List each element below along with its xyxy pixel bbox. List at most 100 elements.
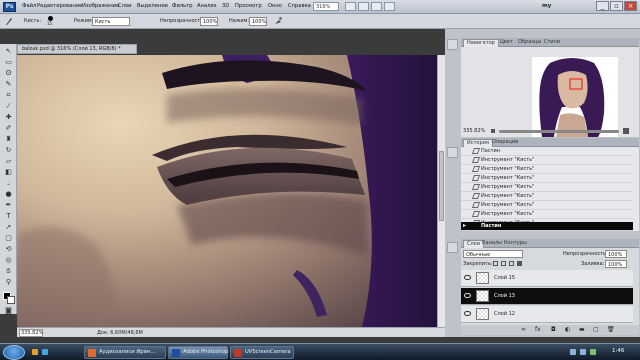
menu-3d[interactable]: 3D [222, 3, 229, 9]
tray-icon[interactable] [570, 349, 576, 355]
menu-window[interactable]: Окно [268, 3, 282, 9]
painting-canvas[interactable] [17, 55, 437, 327]
zoom-out-icon[interactable] [491, 129, 495, 133]
menu-view[interactable]: Просмотр [235, 3, 262, 9]
3d-rotate-tool-icon[interactable]: ⟲ [4, 245, 13, 253]
path-select-tool-icon[interactable]: ➚ [4, 223, 13, 231]
layers-panel-icon[interactable] [447, 242, 458, 253]
lasso-tool-icon[interactable]: ʘ [4, 69, 13, 77]
eyedropper-tool-icon[interactable]: ⁄ [4, 102, 13, 110]
brush-preset-picker[interactable]: 15 [46, 16, 56, 26]
menu-filter[interactable]: Фильтр [172, 3, 193, 9]
menu-select[interactable]: Выделение [137, 3, 168, 9]
visibility-eye-icon[interactable] [464, 275, 471, 280]
shape-tool-icon[interactable]: ▢ [4, 234, 13, 242]
airbrush-icon[interactable] [273, 16, 283, 26]
layer-row[interactable]: Слой 12 [461, 306, 633, 323]
crop-tool-icon[interactable]: ⌗ [4, 91, 13, 99]
zoom-tool-icon[interactable]: ⚲ [4, 278, 13, 286]
menu-layers[interactable]: Слои [118, 3, 131, 9]
history-item[interactable]: Инструмент "Кисть" [461, 192, 633, 201]
taskbar-item-photoshop[interactable]: Adobe Photoshop ... [168, 346, 235, 359]
flow-field[interactable]: 100% [249, 17, 267, 26]
navigator-zoom-slider[interactable] [499, 130, 619, 133]
history-item[interactable]: Инструмент "Кисть" [461, 174, 633, 183]
canvas-area[interactable] [17, 55, 437, 327]
clone-stamp-tool-icon[interactable]: ♜ [4, 135, 13, 143]
tab-actions[interactable]: Операции [489, 139, 521, 147]
healing-brush-tool-icon[interactable]: ✚ [4, 113, 13, 121]
quick-mask-icon[interactable]: ◙ [4, 307, 13, 315]
visibility-eye-icon[interactable] [464, 293, 471, 298]
menu-edit[interactable]: Редактирование [37, 3, 82, 9]
link-layers-icon[interactable]: ∞ [521, 326, 526, 333]
type-tool-icon[interactable]: T [4, 212, 13, 220]
history-item[interactable]: Инструмент "Кисть" [461, 210, 633, 219]
lock-position-icon[interactable] [509, 261, 514, 266]
fill-field[interactable]: 100% [605, 260, 627, 268]
zoom-in-icon[interactable] [623, 128, 629, 134]
pen-tool-icon[interactable]: ✒ [4, 201, 13, 209]
visibility-eye-icon[interactable] [464, 311, 471, 316]
quicklaunch-icon[interactable] [32, 349, 38, 355]
navigator-thumbnail[interactable] [532, 57, 618, 137]
minimize-icon[interactable]: _ [596, 1, 609, 11]
lock-all-icon[interactable] [517, 261, 522, 266]
taskbar-item-audio[interactable]: Аудиозаписи Ирин... [84, 346, 166, 359]
status-zoom-field[interactable]: 335.82% [19, 329, 43, 337]
screen-mode-icon[interactable] [384, 2, 395, 11]
document-tab[interactable]: balzak.psd @ 316% (Слой 13, RGB/8) * [17, 44, 137, 54]
quick-select-tool-icon[interactable]: ✎ [4, 80, 13, 88]
adjustment-layer-icon[interactable]: ◐ [565, 326, 570, 333]
tab-color[interactable]: Цвет [497, 39, 516, 47]
brush-tool-icon[interactable]: ✐ [4, 124, 13, 132]
menu-file[interactable]: Файл [22, 3, 36, 9]
3d-camera-tool-icon[interactable]: ◎ [4, 256, 13, 264]
scrollbar-thumb[interactable] [439, 151, 444, 221]
dodge-tool-icon[interactable]: ● [4, 190, 13, 198]
opacity-field[interactable]: 100% [200, 17, 218, 26]
workspace-switcher[interactable]: my [542, 3, 551, 9]
layer-opacity-field[interactable]: 100% [605, 250, 627, 258]
start-button[interactable] [3, 345, 25, 360]
clock[interactable]: 1:46 [612, 348, 624, 354]
taskbar-item-uvscreencamera[interactable]: UVScreenCamera [230, 346, 294, 359]
history-brush-tool-icon[interactable]: ↻ [4, 146, 13, 154]
tray-icon[interactable] [580, 349, 586, 355]
hand-icon[interactable] [345, 2, 356, 11]
marquee-tool-icon[interactable]: ▭ [4, 58, 13, 66]
close-icon[interactable]: × [624, 1, 637, 11]
navigator-zoom-value[interactable]: 335.82% [463, 128, 485, 134]
history-item[interactable]: Инструмент "Кисть" [461, 183, 633, 192]
mode-select[interactable]: Кисть [92, 17, 130, 26]
tab-styles[interactable]: Стили [541, 39, 563, 47]
layer-row[interactable]: Слой 15 [461, 270, 633, 287]
document-size-info[interactable]: Док: 6,60M/48,6M [97, 330, 143, 336]
lock-pixels-icon[interactable] [501, 261, 506, 266]
eraser-tool-icon[interactable]: ▱ [4, 157, 13, 165]
background-color-swatch[interactable] [7, 296, 15, 304]
history-item-selected[interactable]: ▸ Пастин [461, 222, 633, 231]
menu-help[interactable]: Справка [288, 3, 311, 9]
history-item[interactable]: Пастин [461, 147, 633, 156]
tab-navigator[interactable]: Навигатор [463, 39, 499, 47]
history-item[interactable]: Инструмент "Кисть" [461, 165, 633, 174]
gradient-tool-icon[interactable]: ◧ [4, 168, 13, 176]
history-panel-icon[interactable] [447, 147, 458, 158]
lock-transparency-icon[interactable] [493, 261, 498, 266]
zoom-level-field[interactable]: 316% [313, 2, 339, 11]
quicklaunch-icon[interactable] [42, 349, 48, 355]
arrange-documents-icon[interactable] [371, 2, 382, 11]
brush-tool-icon[interactable] [4, 16, 14, 26]
navigator-panel[interactable] [461, 47, 639, 137]
menu-analysis[interactable]: Анализ [197, 3, 217, 9]
new-layer-icon[interactable]: ▢ [593, 326, 599, 333]
history-item[interactable]: Инструмент "Кисть" [461, 201, 633, 210]
tab-paths[interactable]: Контуры [501, 240, 530, 248]
blur-tool-icon[interactable]: 💧︎ [4, 179, 13, 187]
menu-image[interactable]: Изображение [82, 3, 119, 9]
tab-swatches[interactable]: Образцы [515, 39, 544, 47]
layer-row-selected[interactable]: Слой 13 [461, 288, 633, 305]
vertical-scrollbar[interactable] [437, 55, 445, 327]
history-item[interactable]: Инструмент "Кисть" [461, 156, 633, 165]
